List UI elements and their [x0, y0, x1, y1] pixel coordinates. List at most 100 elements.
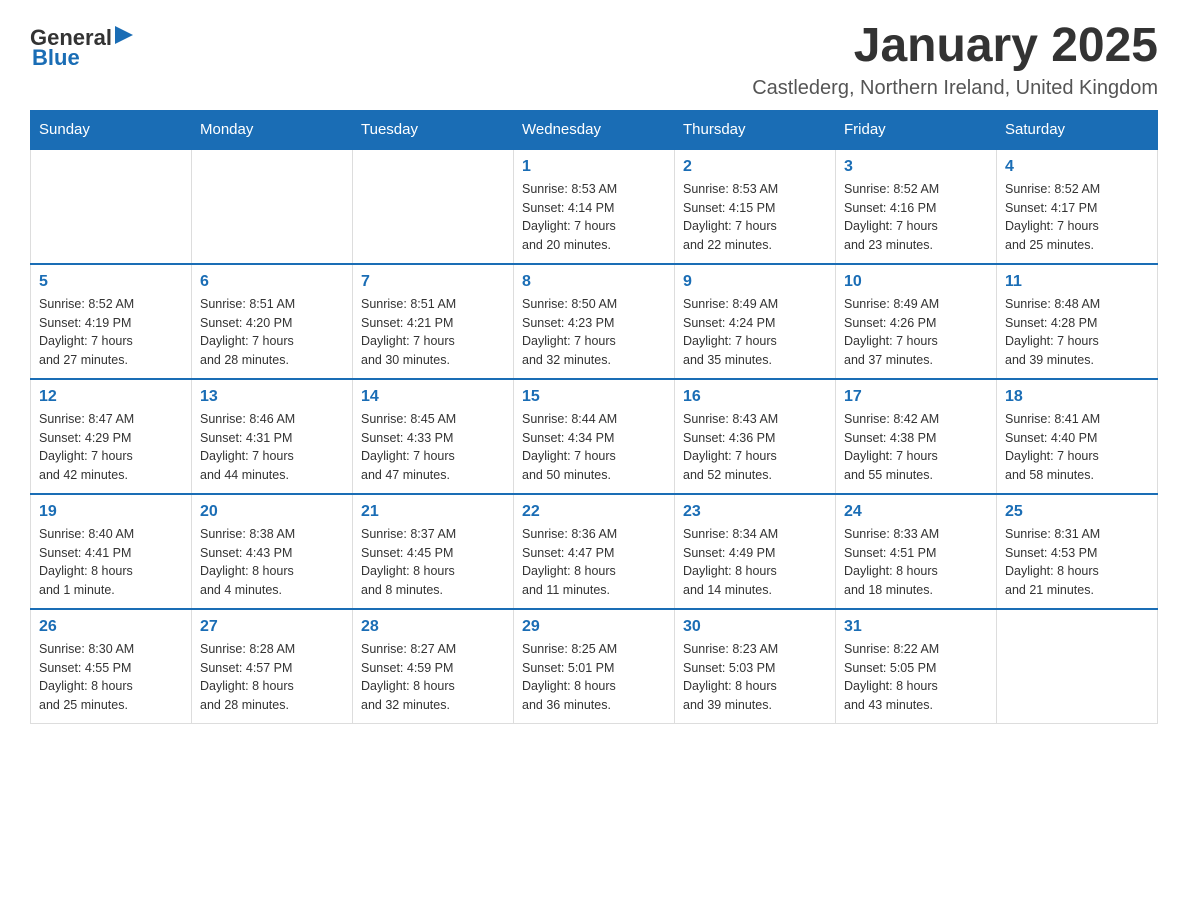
day-number: 21	[361, 503, 505, 521]
calendar-cell: 11Sunrise: 8:48 AM Sunset: 4:28 PM Dayli…	[997, 264, 1158, 379]
calendar-cell: 2 Sunrise: 8:53 AM Sunset: 4:15 PM Daylig…	[675, 149, 836, 264]
title-section: January 2025 Castlederg, Northern Irelan…	[752, 20, 1158, 100]
day-number: 2	[683, 158, 827, 176]
day-info: Sunrise: 8:52 AM Sunset: 4:16 PM Dayligh…	[844, 180, 988, 255]
day-number: 24	[844, 503, 988, 521]
col-header-wednesday: Wednesday	[514, 110, 675, 149]
col-header-saturday: Saturday	[997, 110, 1158, 149]
day-number: 13	[200, 388, 344, 406]
logo-text-blue: Blue	[32, 45, 80, 71]
day-number: 9	[683, 273, 827, 291]
day-info: Sunrise: 8:44 AM Sunset: 4:34 PM Dayligh…	[522, 410, 666, 485]
page-header: General Blue January 2025 Castlederg, No…	[30, 20, 1158, 100]
calendar-cell: 28Sunrise: 8:27 AM Sunset: 4:59 PM Dayli…	[353, 609, 514, 724]
day-number: 7	[361, 273, 505, 291]
calendar-cell: 23 Sunrise: 8:34 AM Sunset: 4:49 PM Dayli…	[675, 494, 836, 609]
location-title: Castlederg, Northern Ireland, United Kin…	[752, 77, 1158, 100]
day-info: Sunrise: 8:28 AM Sunset: 4:57 PM Dayligh…	[200, 640, 344, 715]
day-number: 30	[683, 618, 827, 636]
day-info: Sunrise: 8:31 AM Sunset: 4:53 PM Dayligh…	[1005, 525, 1149, 600]
day-number: 1	[522, 158, 666, 176]
calendar-cell: 3Sunrise: 8:52 AM Sunset: 4:16 PM Daylig…	[836, 149, 997, 264]
day-info: Sunrise: 8:49 AM Sunset: 4:24 PM Dayligh…	[683, 295, 827, 370]
calendar-cell: 18 Sunrise: 8:41 AM Sunset: 4:40 PM Dayli…	[997, 379, 1158, 494]
calendar-cell: 13 Sunrise: 8:46 AM Sunset: 4:31 PM Dayli…	[192, 379, 353, 494]
calendar-week-row: 26Sunrise: 8:30 AM Sunset: 4:55 PM Dayli…	[31, 609, 1158, 724]
day-info: Sunrise: 8:25 AM Sunset: 5:01 PM Dayligh…	[522, 640, 666, 715]
calendar-cell: 25 Sunrise: 8:31 AM Sunset: 4:53 PM Dayli…	[997, 494, 1158, 609]
day-number: 6	[200, 273, 344, 291]
calendar-cell: 30 Sunrise: 8:23 AM Sunset: 5:03 PM Dayli…	[675, 609, 836, 724]
day-info: Sunrise: 8:38 AM Sunset: 4:43 PM Dayligh…	[200, 525, 344, 600]
day-info: Sunrise: 8:53 AM Sunset: 4:14 PM Dayligh…	[522, 180, 666, 255]
calendar-cell: 24 Sunrise: 8:33 AM Sunset: 4:51 PM Dayli…	[836, 494, 997, 609]
day-info: Sunrise: 8:43 AM Sunset: 4:36 PM Dayligh…	[683, 410, 827, 485]
calendar-week-row: 19 Sunrise: 8:40 AM Sunset: 4:41 PM Dayli…	[31, 494, 1158, 609]
calendar-cell: 20 Sunrise: 8:38 AM Sunset: 4:43 PM Dayli…	[192, 494, 353, 609]
day-number: 23	[683, 503, 827, 521]
day-info: Sunrise: 8:45 AM Sunset: 4:33 PM Dayligh…	[361, 410, 505, 485]
calendar-cell: 7 Sunrise: 8:51 AM Sunset: 4:21 PM Daylig…	[353, 264, 514, 379]
col-header-friday: Friday	[836, 110, 997, 149]
calendar-cell: 29 Sunrise: 8:25 AM Sunset: 5:01 PM Dayli…	[514, 609, 675, 724]
day-info: Sunrise: 8:37 AM Sunset: 4:45 PM Dayligh…	[361, 525, 505, 600]
day-number: 12	[39, 388, 183, 406]
day-info: Sunrise: 8:41 AM Sunset: 4:40 PM Dayligh…	[1005, 410, 1149, 485]
day-info: Sunrise: 8:46 AM Sunset: 4:31 PM Dayligh…	[200, 410, 344, 485]
calendar-cell	[353, 149, 514, 264]
day-info: Sunrise: 8:27 AM Sunset: 4:59 PM Dayligh…	[361, 640, 505, 715]
day-info: Sunrise: 8:49 AM Sunset: 4:26 PM Dayligh…	[844, 295, 988, 370]
day-number: 20	[200, 503, 344, 521]
day-info: Sunrise: 8:33 AM Sunset: 4:51 PM Dayligh…	[844, 525, 988, 600]
calendar-cell	[192, 149, 353, 264]
day-number: 22	[522, 503, 666, 521]
col-header-sunday: Sunday	[31, 110, 192, 149]
calendar-cell: 19 Sunrise: 8:40 AM Sunset: 4:41 PM Dayli…	[31, 494, 192, 609]
calendar-cell: 14 Sunrise: 8:45 AM Sunset: 4:33 PM Dayli…	[353, 379, 514, 494]
calendar-cell: 22Sunrise: 8:36 AM Sunset: 4:47 PM Dayli…	[514, 494, 675, 609]
col-header-tuesday: Tuesday	[353, 110, 514, 149]
day-info: Sunrise: 8:50 AM Sunset: 4:23 PM Dayligh…	[522, 295, 666, 370]
day-number: 26	[39, 618, 183, 636]
calendar-cell: 8Sunrise: 8:50 AM Sunset: 4:23 PM Daylig…	[514, 264, 675, 379]
calendar-cell: 5Sunrise: 8:52 AM Sunset: 4:19 PM Daylig…	[31, 264, 192, 379]
calendar-cell	[31, 149, 192, 264]
day-number: 19	[39, 503, 183, 521]
day-number: 16	[683, 388, 827, 406]
day-info: Sunrise: 8:34 AM Sunset: 4:49 PM Dayligh…	[683, 525, 827, 600]
day-number: 25	[1005, 503, 1149, 521]
day-info: Sunrise: 8:51 AM Sunset: 4:21 PM Dayligh…	[361, 295, 505, 370]
day-number: 31	[844, 618, 988, 636]
calendar-cell	[997, 609, 1158, 724]
day-info: Sunrise: 8:53 AM Sunset: 4:15 PM Dayligh…	[683, 180, 827, 255]
calendar-cell: 6 Sunrise: 8:51 AM Sunset: 4:20 PM Daylig…	[192, 264, 353, 379]
day-number: 18	[1005, 388, 1149, 406]
day-info: Sunrise: 8:47 AM Sunset: 4:29 PM Dayligh…	[39, 410, 183, 485]
logo-arrow-icon	[115, 26, 133, 44]
calendar-week-row: 1 Sunrise: 8:53 AM Sunset: 4:14 PM Daylig…	[31, 149, 1158, 264]
day-number: 4	[1005, 158, 1149, 176]
day-number: 11	[1005, 273, 1149, 291]
calendar-week-row: 5Sunrise: 8:52 AM Sunset: 4:19 PM Daylig…	[31, 264, 1158, 379]
calendar-cell: 21 Sunrise: 8:37 AM Sunset: 4:45 PM Dayli…	[353, 494, 514, 609]
day-info: Sunrise: 8:40 AM Sunset: 4:41 PM Dayligh…	[39, 525, 183, 600]
day-number: 15	[522, 388, 666, 406]
day-info: Sunrise: 8:51 AM Sunset: 4:20 PM Dayligh…	[200, 295, 344, 370]
day-number: 14	[361, 388, 505, 406]
logo: General Blue	[30, 25, 133, 71]
calendar-week-row: 12 Sunrise: 8:47 AM Sunset: 4:29 PM Dayli…	[31, 379, 1158, 494]
day-number: 29	[522, 618, 666, 636]
calendar-cell: 16 Sunrise: 8:43 AM Sunset: 4:36 PM Dayli…	[675, 379, 836, 494]
calendar-cell: 27Sunrise: 8:28 AM Sunset: 4:57 PM Dayli…	[192, 609, 353, 724]
day-info: Sunrise: 8:23 AM Sunset: 5:03 PM Dayligh…	[683, 640, 827, 715]
day-info: Sunrise: 8:42 AM Sunset: 4:38 PM Dayligh…	[844, 410, 988, 485]
day-info: Sunrise: 8:52 AM Sunset: 4:17 PM Dayligh…	[1005, 180, 1149, 255]
day-info: Sunrise: 8:52 AM Sunset: 4:19 PM Dayligh…	[39, 295, 183, 370]
col-header-monday: Monday	[192, 110, 353, 149]
calendar-cell: 12 Sunrise: 8:47 AM Sunset: 4:29 PM Dayli…	[31, 379, 192, 494]
col-header-thursday: Thursday	[675, 110, 836, 149]
calendar-header-row: SundayMondayTuesdayWednesdayThursdayFrid…	[31, 110, 1158, 149]
calendar-cell: 10Sunrise: 8:49 AM Sunset: 4:26 PM Dayli…	[836, 264, 997, 379]
calendar-cell: 4 Sunrise: 8:52 AM Sunset: 4:17 PM Daylig…	[997, 149, 1158, 264]
day-info: Sunrise: 8:22 AM Sunset: 5:05 PM Dayligh…	[844, 640, 988, 715]
